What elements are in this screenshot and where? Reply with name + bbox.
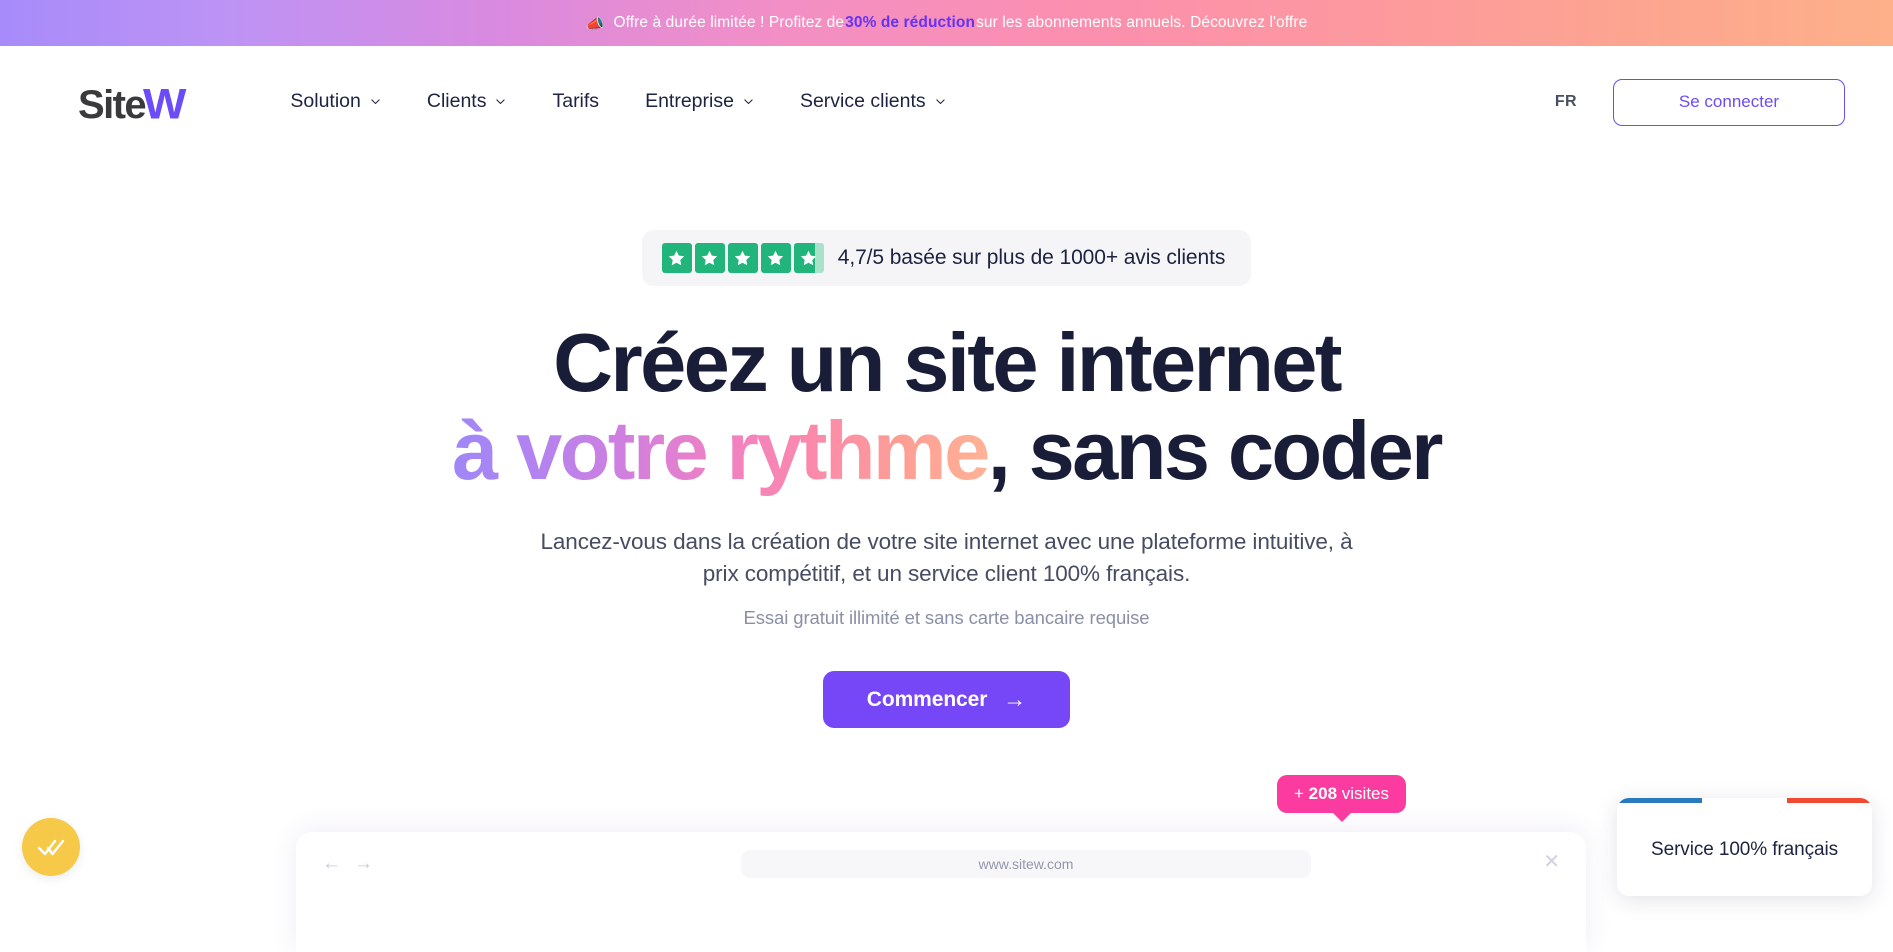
chevron-down-icon [935,96,946,107]
visits-suffix: visites [1341,784,1390,803]
main-navigation: Solution Clients Tarifs Entreprise Servi… [267,82,968,122]
megaphone-icon: 📣 [585,16,605,33]
chevron-down-icon [495,96,506,107]
header-actions: FR Se connecter [1555,78,1845,126]
start-button[interactable]: Commencer → [822,671,1071,729]
hero-title-line2: à votre rythme, sans coder [0,409,1893,492]
promo-text-before: Offre à durée limitée ! Profitez de [613,14,845,31]
hero-title-rest: , sans coder [987,404,1444,498]
hero-section: 4,7/5 basée sur plus de 1000+ avis clien… [0,158,1893,729]
chat-widget-button[interactable] [22,818,80,876]
nav-item-solution[interactable]: Solution [267,82,403,122]
nav-item-entreprise[interactable]: Entreprise [622,82,777,122]
browser-mockup: ← → www.sitew.com ✕ [296,832,1586,952]
promo-text-after: sur les abonnements annuels. Découvrez l… [976,14,1308,31]
logo[interactable]: Site W [78,79,186,128]
promo-banner[interactable]: 📣 Offre à durée limitée ! Profitez de 30… [0,0,1893,46]
forward-arrow-icon[interactable]: → [354,854,373,873]
browser-url-bar[interactable]: www.sitew.com [741,850,1311,878]
hero-title-gradient: à votre rythme [452,404,990,498]
back-arrow-icon[interactable]: ← [322,854,341,873]
start-button-label: Commencer [866,687,988,711]
promo-highlight: 30% de réduction [845,14,976,31]
nav-item-service-clients[interactable]: Service clients [777,82,969,122]
logo-text: Site [78,83,147,127]
nav-item-label: Clients [426,90,487,113]
language-switcher[interactable]: FR [1555,93,1577,111]
star-icon [661,243,692,273]
french-service-label: Service 100% français [1651,839,1838,860]
nav-item-label: Tarifs [552,90,600,113]
site-header: Site W Solution Clients Tarifs Entreprise… [0,46,1893,158]
star-icon [694,243,725,273]
nav-item-label: Solution [290,90,361,113]
nav-item-label: Entreprise [645,90,734,113]
star-icon [727,243,758,273]
chevron-down-icon [370,96,381,107]
visits-count: 208 [1308,784,1338,803]
browser-nav-buttons: ← → [322,854,373,873]
visits-prefix: + [1294,784,1304,803]
login-button[interactable]: Se connecter [1613,78,1845,126]
french-flag-icon [1617,798,1872,803]
chevron-down-icon [743,96,754,107]
hero-note: Essai gratuit illimité et sans carte ban… [743,607,1150,629]
close-icon[interactable]: ✕ [1543,852,1560,872]
page-title: Créez un site internet à votre rythme, s… [0,321,1893,492]
hero-subtitle: Lancez-vous dans la création de votre si… [540,529,1353,587]
double-check-icon [37,839,65,856]
rating-badge: 4,7/5 basée sur plus de 1000+ avis clien… [641,230,1252,286]
star-icon [760,243,791,273]
star-rating [661,243,824,273]
logo-accent-w: W [142,80,186,128]
nav-item-label: Service clients [799,90,926,113]
arrow-right-icon: → [1003,686,1027,713]
french-service-card: Service 100% français [1617,798,1872,896]
nav-item-clients[interactable]: Clients [404,82,530,122]
star-icon-partial [793,243,824,273]
rating-text: 4,7/5 basée sur plus de 1000+ avis clien… [837,246,1226,269]
visits-badge: + 208 visites [1277,775,1407,813]
browser-url-text: www.sitew.com [978,856,1074,872]
hero-title-line1: Créez un site internet [553,316,1342,409]
nav-item-tarifs[interactable]: Tarifs [529,82,622,122]
